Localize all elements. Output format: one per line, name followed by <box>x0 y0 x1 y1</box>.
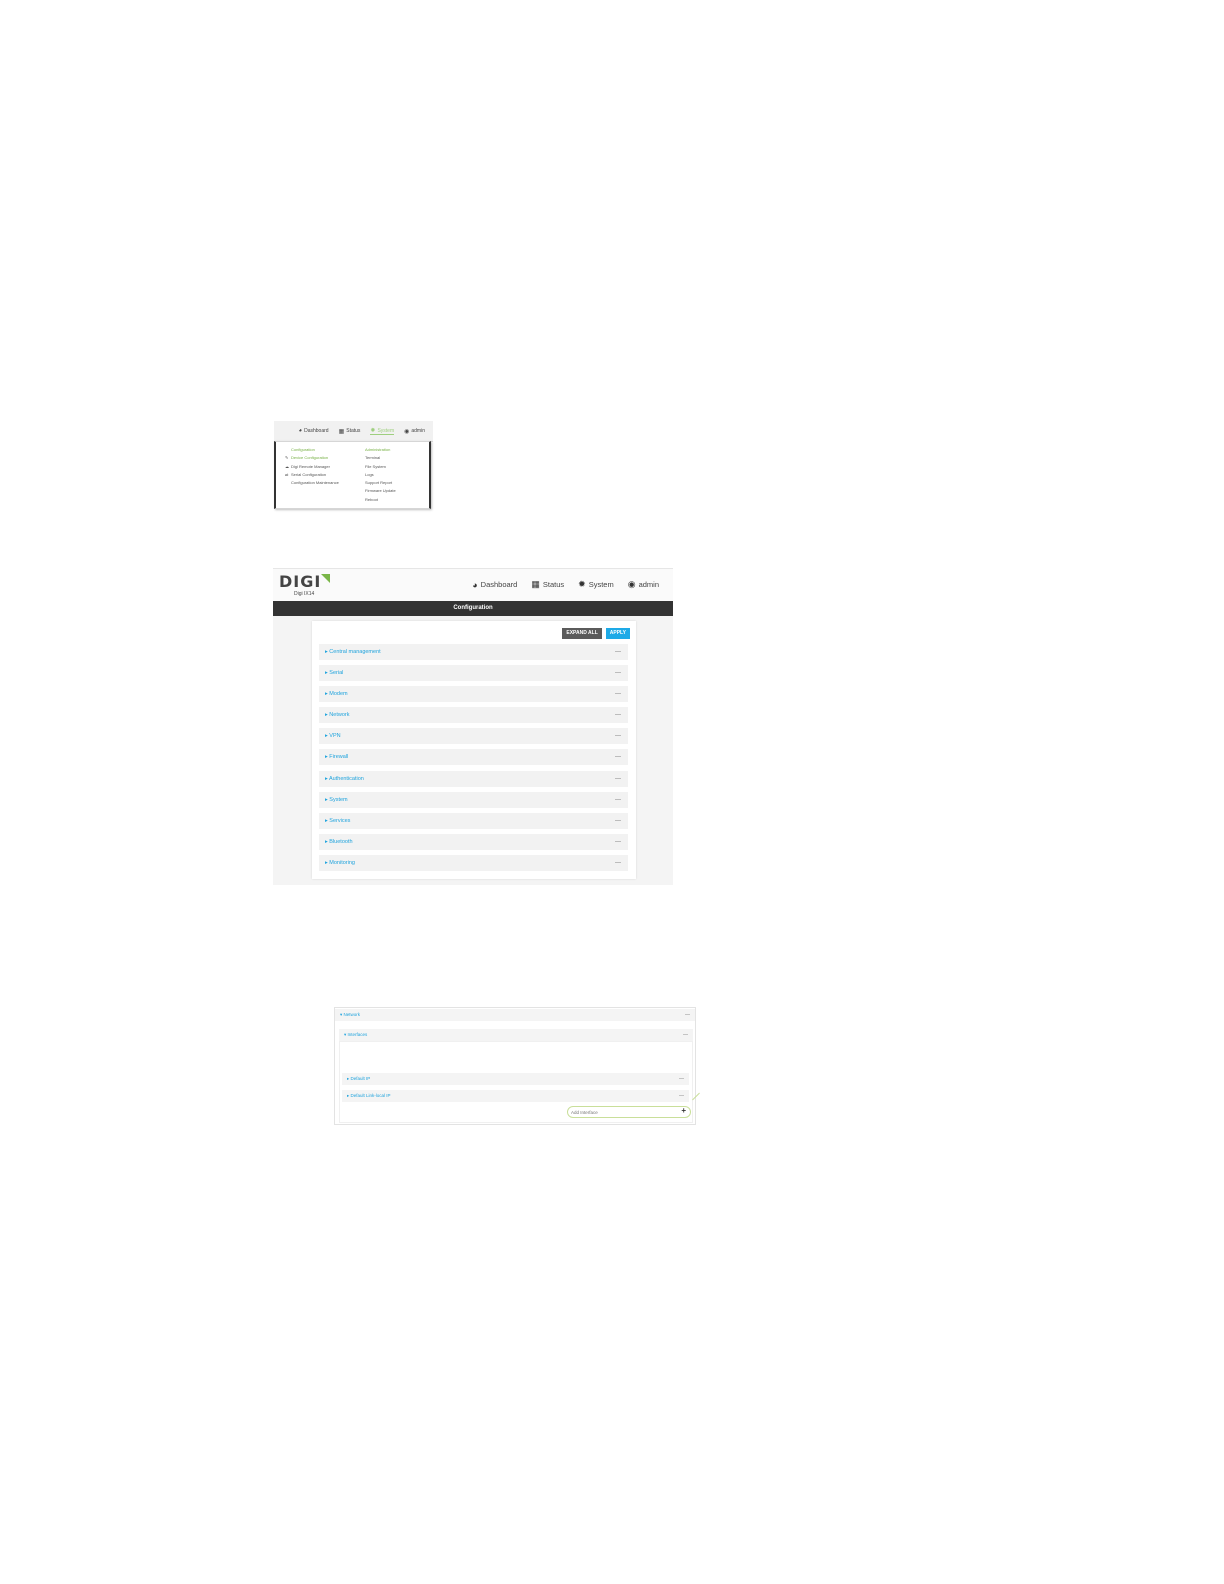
nav-dashboard[interactable]: ◕ Dashboard <box>472 579 517 590</box>
configuration-page-screenshot: DIGI Digi IX14 ◕ Dashboard ▦ Status ✹ Syste… <box>273 568 673 885</box>
digi-logo: DIGI Digi IX14 <box>279 572 331 597</box>
grid-icon: ▦ <box>338 428 345 435</box>
collapse-icon[interactable]: — <box>615 792 621 808</box>
device-model: Digi IX14 <box>294 591 315 597</box>
collapse-icon[interactable]: — <box>679 1090 684 1102</box>
dashboard-icon: ◕ <box>472 579 478 590</box>
nav-status[interactable]: ▦ Status <box>531 579 564 590</box>
section-interfaces[interactable]: ▾ Interfaces — <box>339 1029 693 1041</box>
configuration-header: Configuration <box>291 447 315 452</box>
add-interface-input[interactable] <box>571 1108 671 1116</box>
section-central-management[interactable]: ▸ Central management — <box>319 644 628 660</box>
nav-admin[interactable]: ◉ admin <box>628 579 659 590</box>
nav-system[interactable]: ✹ System <box>578 579 614 590</box>
administration-column: Administration Terminal File System Logs… <box>365 446 396 504</box>
section-monitoring[interactable]: ▸ Monitoring — <box>319 854 628 871</box>
collapse-icon[interactable]: — <box>615 834 621 850</box>
grid-icon: ▦ <box>531 579 540 589</box>
configuration-panel: EXPAND ALL APPLY ▸ Central management — ▸… <box>312 621 636 879</box>
interface-default-ip[interactable]: ▸ Default IP — <box>342 1073 689 1085</box>
section-modem[interactable]: ▸ Modem — <box>319 686 628 703</box>
menu-item-logs[interactable]: Logs <box>365 471 396 479</box>
collapse-icon[interactable]: — <box>615 707 621 723</box>
cloud-icon: ☁ <box>285 463 289 469</box>
user-icon: ◉ <box>404 428 410 435</box>
top-nav: ◕ Dashboard ▦ Status ✹ System ◉ admin <box>274 421 433 442</box>
nav-status[interactable]: ▦ Status <box>339 428 361 435</box>
menu-item-support-report[interactable]: Support Report <box>365 479 396 487</box>
apply-button[interactable]: APPLY <box>605 628 630 639</box>
callout-pointer <box>692 1092 700 1101</box>
gear-icon: ✹ <box>578 579 586 589</box>
add-interface-field[interactable]: + <box>567 1106 691 1118</box>
menu-item-serial-configuration[interactable]: ⇌ Serial Configuration <box>285 471 339 479</box>
collapse-icon[interactable]: — <box>685 1009 690 1021</box>
collapse-icon[interactable]: — <box>615 813 621 829</box>
user-icon: ◉ <box>627 579 636 589</box>
collapse-icon[interactable]: — <box>615 644 621 660</box>
collapse-icon[interactable]: — <box>683 1029 688 1041</box>
network-interfaces-screenshot: ▾ Network — ▾ Interfaces — ▸ Default IP — ▸… <box>334 1007 700 1125</box>
nav-admin[interactable]: ◉ admin <box>404 428 425 435</box>
menu-item-digi-remote-manager[interactable]: ☁ Digi Remote Manager <box>285 463 339 471</box>
section-bluetooth[interactable]: ▸ Bluetooth — <box>319 833 628 850</box>
section-network[interactable]: ▾ Network — <box>335 1009 695 1021</box>
collapse-icon[interactable]: — <box>679 1073 684 1085</box>
system-dropdown: Configuration ✎ Device Configuration ☁ Dig… <box>274 441 431 509</box>
section-network[interactable]: ▸ Network — <box>319 707 628 724</box>
gear-icon: ✹ <box>370 428 376 434</box>
expand-all-button[interactable]: EXPAND ALL <box>562 628 602 639</box>
menu-item-firmware-update[interactable]: Firmware Update <box>365 487 396 495</box>
dashboard-icon: ◕ <box>298 428 303 434</box>
page-title: Configuration <box>273 601 673 616</box>
section-firewall[interactable]: ▸ Firewall — <box>319 749 628 766</box>
collapse-icon[interactable]: — <box>615 771 621 787</box>
menu-item-terminal[interactable]: Terminal <box>365 454 396 462</box>
section-serial[interactable]: ▸ Serial — <box>319 665 628 682</box>
section-system[interactable]: ▸ System — <box>319 791 628 808</box>
menu-item-reboot[interactable]: Reboot <box>365 496 396 504</box>
top-nav: ◕ Dashboard ▦ Status ✹ System ◉ admin <box>472 579 659 590</box>
section-authentication[interactable]: ▸ Authentication — <box>319 770 628 787</box>
configuration-column: Configuration ✎ Device Configuration ☁ Dig… <box>285 446 339 487</box>
collapse-icon[interactable]: — <box>615 686 621 702</box>
section-list: ▸ Central management — ▸ Serial — ▸ Modem —… <box>319 644 628 876</box>
section-vpn[interactable]: ▸ VPN — <box>319 728 628 745</box>
menu-item-device-configuration[interactable]: ✎ Device Configuration <box>285 454 339 462</box>
wrench-icon: ✎ <box>285 455 289 461</box>
header: DIGI Digi IX14 ◕ Dashboard ▦ Status ✹ Syste… <box>273 568 673 601</box>
logo-triangle-icon <box>321 574 331 583</box>
nav-dashboard[interactable]: ◕ Dashboard <box>298 428 328 434</box>
collapse-icon[interactable]: — <box>615 665 621 681</box>
administration-header: Administration <box>365 447 391 452</box>
add-icon[interactable]: + <box>681 1106 686 1115</box>
section-services[interactable]: ▸ Services — <box>319 812 628 829</box>
menu-item-configuration-maintenance[interactable]: Configuration Maintenance <box>291 479 339 487</box>
collapse-icon[interactable]: — <box>615 749 621 765</box>
menu-item-file-system[interactable]: File System <box>365 463 396 471</box>
serial-icon: ⇌ <box>285 471 289 477</box>
collapse-icon[interactable]: — <box>615 728 621 744</box>
nav-system[interactable]: ✹ System <box>370 427 395 435</box>
collapse-icon[interactable]: — <box>615 855 621 871</box>
system-menu-screenshot: ◕ Dashboard ▦ Status ✹ System ◉ admin Config… <box>274 421 433 511</box>
interface-default-link-local-ip[interactable]: ▸ Default Link-local IP — <box>342 1090 689 1102</box>
toolbar: EXPAND ALL APPLY <box>562 628 630 639</box>
